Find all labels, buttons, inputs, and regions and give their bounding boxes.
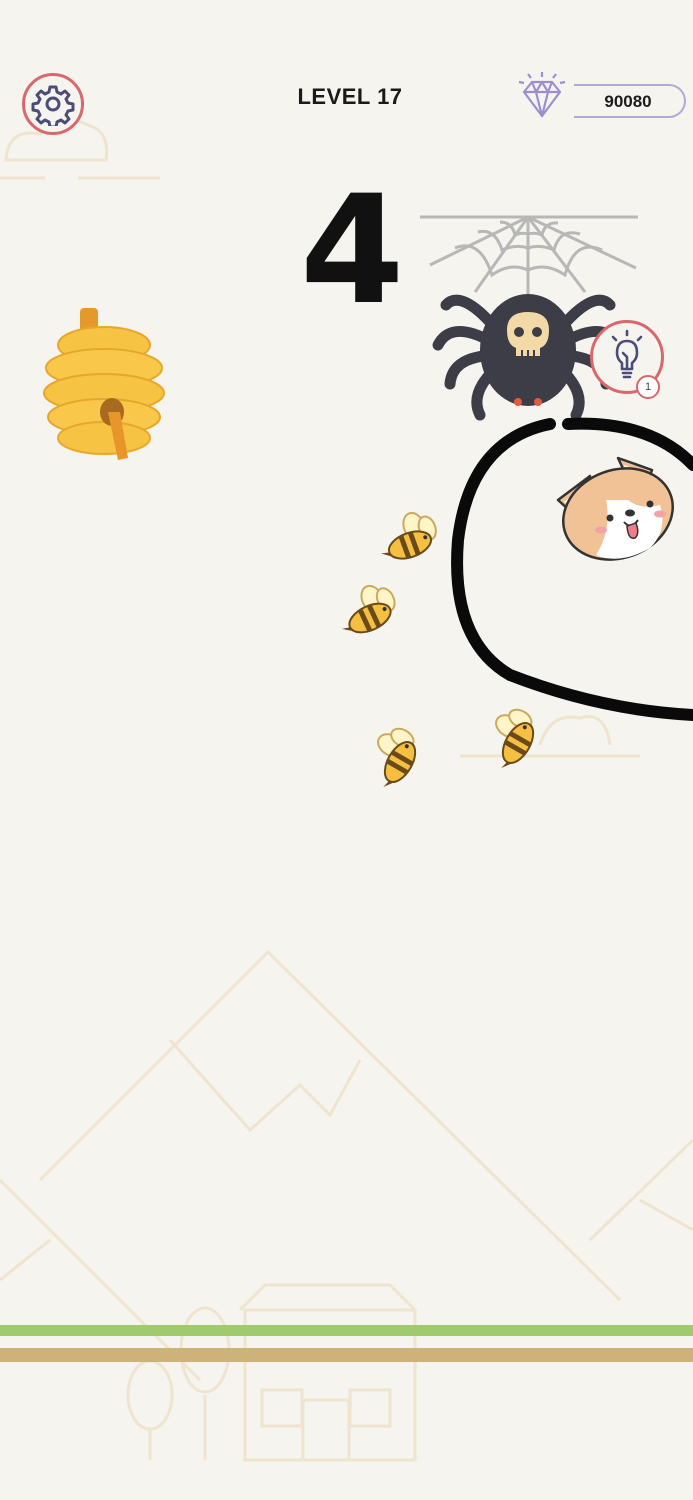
grass-strip [0,1325,693,1336]
settings-button[interactable] [22,73,84,135]
level-title: LEVEL 17 [297,84,403,109]
gear-icon [31,85,75,126]
hint-count-badge: 1 [636,375,660,399]
ground-strip [0,1348,693,1362]
diamond-icon [518,72,566,118]
countdown-number: 4 [300,164,405,338]
gem-count: 90080 [604,92,652,111]
gem-counter: 90080 [574,84,686,118]
